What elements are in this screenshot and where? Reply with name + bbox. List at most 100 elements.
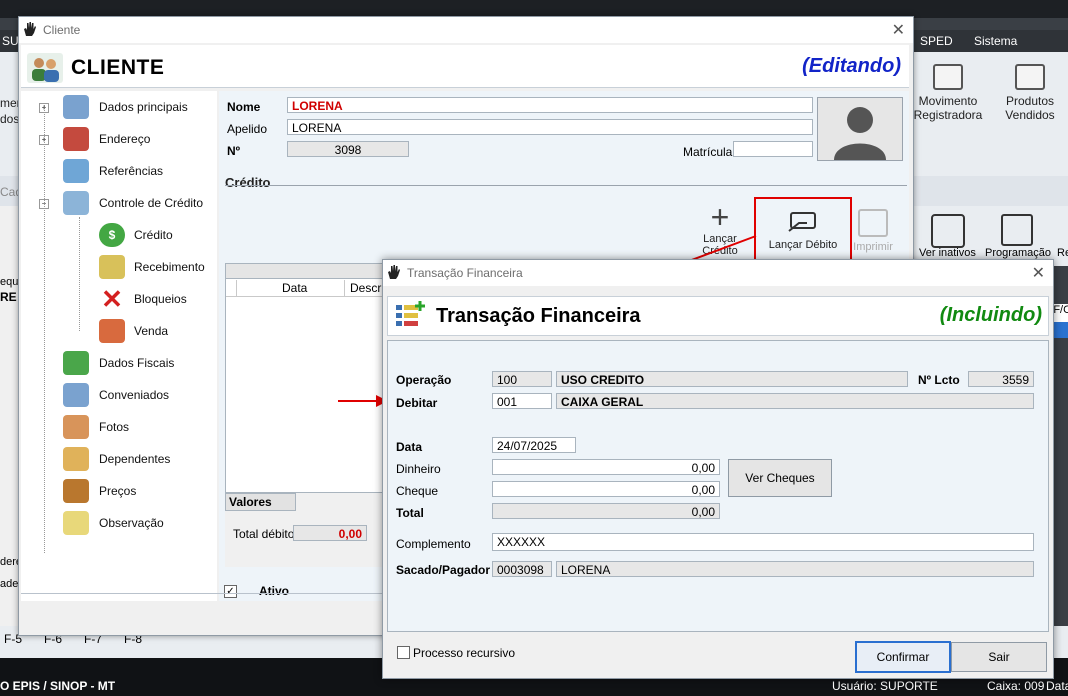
money-receive-icon [99, 255, 125, 279]
dfe-icon [63, 351, 89, 375]
transacao-financeira-window: Transação Financeira ✕ Transação Finance… [382, 259, 1054, 679]
printer-icon [858, 209, 888, 237]
matricula-label: Matrícula [683, 145, 733, 159]
card-payment-icon [788, 212, 816, 232]
processo-recursivo-label: Processo recursivo [413, 646, 516, 660]
operacao-description: USO CREDITO [556, 371, 908, 387]
valores-tab[interactable]: Valores [225, 493, 296, 511]
sacado-name: LORENA [556, 561, 1034, 577]
numero-field: 3098 [287, 141, 409, 157]
note-icon [63, 511, 89, 535]
debitar-label: Debitar [396, 396, 438, 410]
ativo-checkbox[interactable]: ✓ [224, 585, 237, 598]
menu-item-sistema[interactable]: Sistema [974, 34, 1017, 48]
sacado-code: 0003098 [492, 561, 552, 577]
total-label: Total [396, 506, 424, 520]
cliente-titlebar[interactable]: Cliente ✕ [19, 17, 913, 43]
nome-field[interactable]: LORENA [287, 97, 813, 113]
lancar-debito-label: Lançar Débito [768, 239, 838, 251]
transacao-titlebar[interactable]: Transação Financeira ✕ [383, 260, 1053, 286]
close-icon[interactable]: ✕ [892, 20, 905, 40]
sacado-label: Sacado/Pagador [396, 563, 491, 577]
processo-recursivo-checkbox[interactable] [397, 646, 410, 659]
column-header-descricao[interactable]: Descri [350, 281, 384, 295]
transacao-header-title: Transação Financeira [436, 305, 641, 327]
background-toolbar: Ver inativos Programação Re [905, 206, 1068, 266]
programacao-label[interactable]: Programação [985, 247, 1051, 259]
cliente-header: CLIENTE (Editando) [21, 45, 909, 88]
tree-item-label: Referências [99, 164, 164, 178]
produtos-vendidos-button[interactable]: Produtos Vendidos [992, 58, 1068, 128]
financial-transaction-icon [396, 301, 425, 326]
collapse-icon[interactable]: − [39, 199, 49, 209]
status-caixa: Caixa: 009 [987, 679, 1045, 693]
calendar-icon[interactable] [1001, 214, 1033, 246]
imprimir-label: Imprimir [853, 241, 893, 253]
dinheiro-field[interactable]: 0,00 [492, 459, 720, 475]
left-partial-4: ade [0, 578, 19, 590]
person-silhouette-icon [834, 107, 886, 160]
apelido-label: Apelido [227, 122, 268, 136]
ver-inativos-label[interactable]: Ver inativos [919, 247, 976, 259]
expand-icon[interactable]: + [39, 103, 49, 113]
editing-status: (Editando) [802, 55, 901, 77]
users-icon [27, 53, 63, 83]
tree-item-label: Bloqueios [134, 292, 187, 306]
nome-label: Nome [227, 100, 261, 114]
transacao-form: Operação 100 USO CREDITO Nº Lcto 3559 De… [387, 340, 1049, 632]
cheque-label: Cheque [396, 484, 439, 498]
id-card-icon [63, 159, 89, 183]
person-card-icon [63, 95, 89, 119]
printer-icon [1015, 64, 1045, 90]
matricula-field[interactable] [733, 141, 813, 157]
add-photo-icon [63, 415, 89, 439]
menu-item-sped[interactable]: SPED [920, 34, 953, 48]
left-partial-2: RE [0, 290, 17, 304]
column-divider [344, 280, 345, 296]
client-photo[interactable] [817, 97, 903, 161]
cliente-window-title: Cliente [43, 23, 81, 37]
credit-control-icon [63, 191, 89, 215]
ribbon-partial-2: dos [0, 112, 20, 126]
debitar-code[interactable]: 001 [492, 393, 552, 409]
credito-section-title: Crédito [225, 175, 271, 190]
tree-item-label: Fotos [99, 420, 130, 434]
tree-item-label: Dados principais [99, 100, 188, 114]
tree-item-label: Venda [134, 324, 169, 338]
tree-item-label: Dependentes [99, 452, 171, 466]
confirmar-button[interactable]: Confirmar [855, 641, 951, 673]
status-usuario: Usuário: SUPORTE [832, 679, 938, 693]
incluindo-status: (Incluindo) [939, 304, 1042, 326]
tree-item-label: Endereço [99, 132, 151, 146]
total-debito-value: 0,00 [293, 525, 367, 541]
column-header-data[interactable]: Data [282, 281, 307, 295]
sair-button[interactable]: Sair [951, 642, 1047, 672]
apelido-field[interactable]: LORENA [287, 119, 813, 135]
column-divider [236, 280, 237, 296]
data-field[interactable]: 24/07/2025 [492, 437, 576, 453]
complemento-field[interactable]: XXXXXX [492, 533, 1034, 551]
debitar-description: CAIXA GERAL [556, 393, 1034, 409]
total-field: 0,00 [492, 503, 720, 519]
ver-cheques-button[interactable]: Ver Cheques [728, 459, 832, 497]
hand-icon [24, 22, 36, 36]
shopping-cart-icon [99, 319, 125, 343]
cheque-field[interactable]: 0,00 [492, 481, 720, 497]
operacao-code: 100 [492, 371, 552, 387]
price-box-icon [63, 479, 89, 503]
ativo-label: Ativo [259, 584, 289, 598]
imprimir-button[interactable]: Imprimir [849, 209, 897, 259]
hand-icon [388, 265, 400, 279]
close-icon[interactable]: ✕ [1032, 263, 1045, 283]
movimento-registradora-button[interactable]: Movimento Registradora [910, 58, 986, 128]
cliente-header-title: CLIENTE [71, 56, 165, 79]
dinheiro-label: Dinheiro [396, 462, 441, 476]
tree-item-label: Preços [99, 484, 137, 498]
valores-panel: Valores Total débito 0,00 [225, 493, 395, 567]
ribbon-button-label: Produtos Vendidos [1005, 94, 1055, 122]
dollar-icon: $ [99, 223, 125, 247]
operacao-label: Operação [396, 373, 452, 387]
expand-icon[interactable]: + [39, 135, 49, 145]
ver-inativos-icon[interactable] [931, 214, 965, 248]
complemento-label: Complemento [396, 537, 471, 551]
